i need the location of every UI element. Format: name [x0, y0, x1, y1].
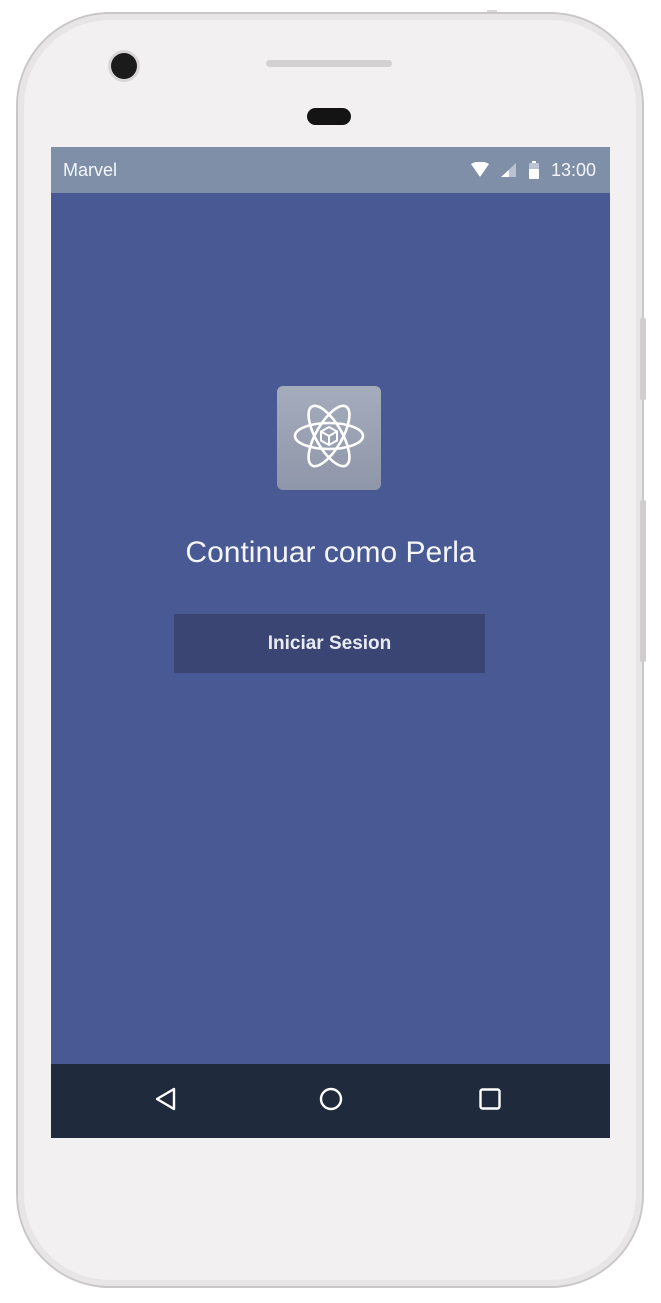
app-logo [277, 386, 381, 490]
home-button[interactable] [314, 1084, 348, 1118]
home-icon [318, 1086, 344, 1117]
login-button[interactable]: Iniciar Sesion [174, 614, 485, 673]
signal-icon [500, 162, 517, 178]
status-bar: Marvel 13:00 [51, 147, 610, 193]
power-button [640, 500, 646, 662]
back-icon [153, 1086, 179, 1117]
back-button[interactable] [149, 1084, 183, 1118]
carrier-label: Marvel [63, 160, 118, 180]
atom-icon [289, 396, 369, 481]
recents-button[interactable] [473, 1084, 507, 1118]
device-frame: Marvel 13:00 Continuar como Perla Inicia… [0, 0, 661, 1303]
navigation-bar [51, 1064, 610, 1138]
status-icons: 13:00 [470, 158, 596, 182]
recents-icon [477, 1086, 503, 1117]
front-camera [111, 53, 137, 79]
continue-as-heading: Continuar como Perla [185, 536, 476, 569]
clock: 13:00 [550, 159, 596, 180]
battery-icon [528, 161, 539, 179]
wifi-icon [470, 162, 489, 178]
volume-button [640, 318, 646, 400]
proximity-sensor [307, 108, 351, 125]
phone-screen: Marvel 13:00 Continuar como Perla Inicia… [51, 147, 610, 1138]
earpiece-speaker [266, 60, 392, 67]
